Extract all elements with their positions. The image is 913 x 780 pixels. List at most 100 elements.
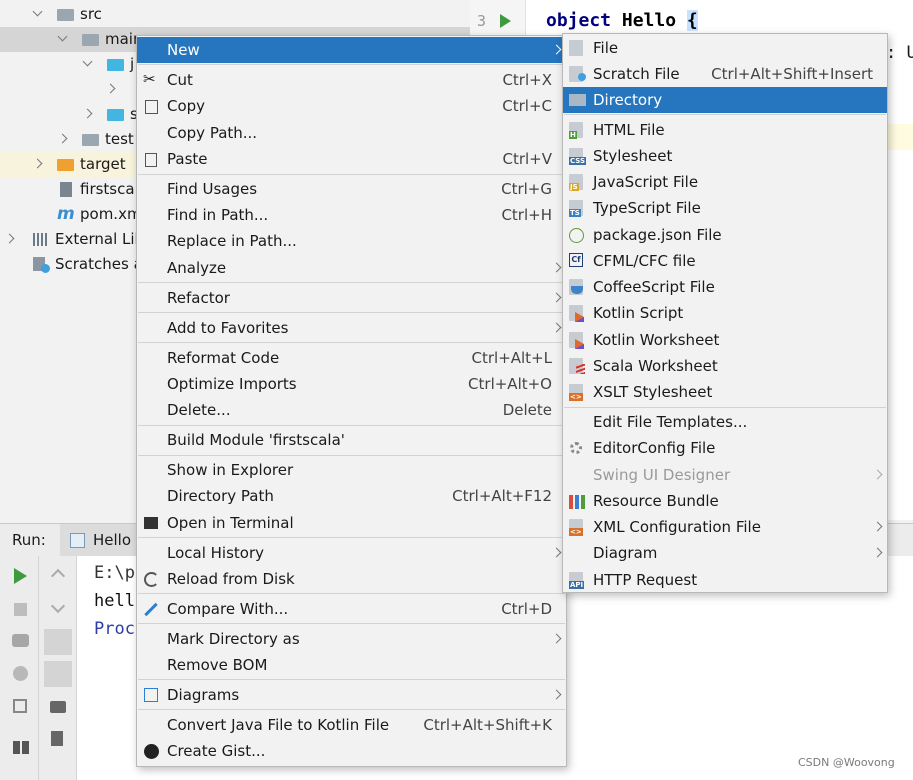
menu-item-create-gist[interactable]: Create Gist... bbox=[137, 738, 566, 764]
login-icon[interactable] bbox=[13, 699, 27, 713]
menu-item-add-to-favorites[interactable]: Add to Favorites bbox=[137, 315, 566, 341]
chevron-right-icon[interactable] bbox=[105, 83, 116, 94]
stop-icon[interactable] bbox=[14, 603, 27, 616]
chevron-down-icon[interactable] bbox=[32, 6, 43, 17]
menu-item-label: HTML File bbox=[593, 121, 665, 139]
menu-item-shortcut: Ctrl+D bbox=[501, 600, 552, 618]
github-icon bbox=[144, 744, 159, 759]
menu-item-shortcut: Ctrl+X bbox=[502, 71, 552, 89]
maven-icon: m bbox=[57, 204, 75, 224]
menu-item-shortcut: Ctrl+V bbox=[502, 150, 552, 168]
chevron-right-icon[interactable] bbox=[57, 133, 68, 144]
menu-item-label: Build Module 'firstscala' bbox=[167, 431, 345, 449]
chevron-right-icon bbox=[872, 547, 883, 558]
terminal-icon bbox=[144, 517, 158, 529]
new-item-cfml-file[interactable]: Cf CFML/CFC file bbox=[563, 248, 887, 274]
soft-wrap-icon[interactable] bbox=[44, 629, 72, 655]
menu-item-compare-with[interactable]: Compare With... Ctrl+D bbox=[137, 596, 566, 622]
ts-tag-icon: TS bbox=[569, 209, 581, 217]
menu-item-delete[interactable]: Delete... Delete bbox=[137, 397, 566, 423]
chevron-right-icon[interactable] bbox=[4, 233, 15, 244]
resource-bundle-icon bbox=[569, 495, 585, 509]
menu-item-find-usages[interactable]: Find Usages Ctrl+G bbox=[137, 176, 566, 202]
chevron-down-icon[interactable] bbox=[57, 31, 68, 42]
menu-item-remove-bom[interactable]: Remove BOM bbox=[137, 652, 566, 678]
new-item-javascript-file[interactable]: JS JavaScript File bbox=[563, 169, 887, 195]
menu-item-directory-path[interactable]: Directory Path Ctrl+Alt+F12 bbox=[137, 483, 566, 509]
new-item-scratch-file[interactable]: Scratch File Ctrl+Alt+Shift+Insert bbox=[563, 61, 887, 87]
arrow-up-icon[interactable] bbox=[50, 568, 66, 584]
new-item-kotlin-script[interactable]: Kotlin Script bbox=[563, 300, 887, 326]
new-item-typescript-file[interactable]: TS TypeScript File bbox=[563, 195, 887, 221]
new-item-stylesheet[interactable]: CSS Stylesheet bbox=[563, 143, 887, 169]
kotlin-icon bbox=[575, 312, 584, 322]
run-gutter-icon[interactable] bbox=[500, 14, 511, 28]
new-item-package-json[interactable]: package.json File bbox=[563, 222, 887, 248]
compare-icon bbox=[144, 602, 158, 617]
menu-item-build-module[interactable]: Build Module 'firstscala' bbox=[137, 427, 566, 453]
arrow-down-icon[interactable] bbox=[50, 598, 66, 614]
menu-item-paste[interactable]: Paste Ctrl+V bbox=[137, 146, 566, 172]
rerun-icon[interactable] bbox=[14, 568, 27, 584]
layout-icon[interactable] bbox=[13, 741, 29, 754]
new-item-kotlin-worksheet[interactable]: Kotlin Worksheet bbox=[563, 327, 887, 353]
menu-item-cut[interactable]: ✂ Cut Ctrl+X bbox=[137, 67, 566, 93]
trash-icon[interactable] bbox=[51, 731, 63, 746]
menu-separator bbox=[564, 114, 886, 115]
folder-icon bbox=[82, 34, 99, 46]
new-item-swing-ui-designer[interactable]: Swing UI Designer bbox=[563, 462, 887, 488]
menu-item-shortcut: Ctrl+H bbox=[501, 206, 552, 224]
menu-item-copy[interactable]: Copy Ctrl+C bbox=[137, 93, 566, 119]
chevron-right-icon bbox=[551, 633, 562, 644]
menu-item-find-in-path[interactable]: Find in Path... Ctrl+H bbox=[137, 202, 566, 228]
tree-item-src[interactable]: src bbox=[0, 2, 470, 27]
menu-item-label: CFML/CFC file bbox=[593, 252, 696, 270]
debug-icon[interactable] bbox=[13, 666, 28, 681]
new-item-xml-configuration-file[interactable]: <> XML Configuration File bbox=[563, 514, 887, 540]
code-line[interactable]: object Hello { bbox=[546, 10, 698, 31]
menu-item-diagrams[interactable]: Diagrams bbox=[137, 682, 566, 708]
js-tag-icon: JS bbox=[569, 183, 579, 191]
menu-item-open-in-terminal[interactable]: Open in Terminal bbox=[137, 510, 566, 536]
new-item-directory[interactable]: Directory bbox=[563, 87, 887, 113]
menu-item-shortcut: Ctrl+Alt+L bbox=[471, 349, 553, 367]
chevron-down-icon[interactable] bbox=[82, 56, 93, 67]
run-tab-label[interactable]: Hello bbox=[93, 531, 131, 549]
new-item-edit-file-templates[interactable]: Edit File Templates... bbox=[563, 409, 887, 435]
menu-item-optimize-imports[interactable]: Optimize Imports Ctrl+Alt+O bbox=[137, 371, 566, 397]
run-side-toolbar-2 bbox=[39, 556, 77, 780]
new-item-html-file[interactable]: H HTML File bbox=[563, 117, 887, 143]
menu-item-convert-java-to-kotlin[interactable]: Convert Java File to Kotlin File Ctrl+Al… bbox=[137, 712, 566, 738]
new-item-xslt-stylesheet[interactable]: <> XSLT Stylesheet bbox=[563, 379, 887, 405]
html-tag-icon: H bbox=[569, 131, 577, 139]
menu-item-label: HTTP Request bbox=[593, 571, 698, 589]
print-icon[interactable] bbox=[50, 701, 66, 713]
menu-item-reformat-code[interactable]: Reformat Code Ctrl+Alt+L bbox=[137, 345, 566, 371]
new-item-http-request[interactable]: API HTTP Request bbox=[563, 567, 887, 593]
chevron-right-icon bbox=[551, 292, 562, 303]
menu-item-shortcut: Ctrl+Alt+Shift+Insert bbox=[711, 65, 873, 83]
menu-item-mark-directory-as[interactable]: Mark Directory as bbox=[137, 626, 566, 652]
menu-item-new[interactable]: New bbox=[137, 37, 566, 63]
new-item-file[interactable]: File bbox=[563, 35, 887, 61]
menu-item-refactor[interactable]: Refactor bbox=[137, 285, 566, 311]
new-item-diagram[interactable]: Diagram bbox=[563, 540, 887, 566]
menu-item-replace-in-path[interactable]: Replace in Path... bbox=[137, 228, 566, 254]
new-item-editorconfig-file[interactable]: EditorConfig File bbox=[563, 435, 887, 461]
chevron-right-icon[interactable] bbox=[32, 158, 43, 169]
menu-item-copy-path[interactable]: Copy Path... bbox=[137, 120, 566, 146]
paste-icon bbox=[145, 153, 157, 167]
menu-separator bbox=[138, 679, 565, 680]
new-item-coffeescript-file[interactable]: CoffeeScript File bbox=[563, 274, 887, 300]
camera-icon[interactable] bbox=[12, 634, 29, 647]
menu-item-local-history[interactable]: Local History bbox=[137, 540, 566, 566]
menu-item-analyze[interactable]: Analyze bbox=[137, 255, 566, 281]
chevron-right-icon bbox=[551, 262, 562, 273]
chevron-right-icon[interactable] bbox=[82, 108, 93, 119]
menu-item-show-in-explorer[interactable]: Show in Explorer bbox=[137, 457, 566, 483]
new-submenu: File Scratch File Ctrl+Alt+Shift+Insert … bbox=[562, 33, 888, 593]
scroll-to-end-icon[interactable] bbox=[44, 661, 72, 687]
new-item-scala-worksheet[interactable]: Scala Worksheet bbox=[563, 353, 887, 379]
menu-item-reload-from-disk[interactable]: Reload from Disk bbox=[137, 566, 566, 592]
new-item-resource-bundle[interactable]: Resource Bundle bbox=[563, 488, 887, 514]
